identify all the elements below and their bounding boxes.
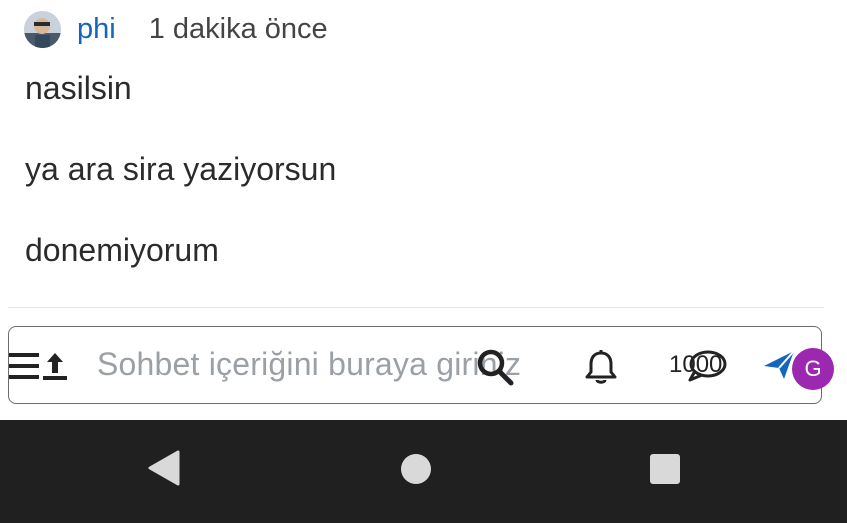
chat-composer: Sohbet içeriğini buraya giriniz 1000 G xyxy=(8,326,834,404)
send-icon[interactable] xyxy=(762,349,796,381)
search-icon[interactable] xyxy=(475,347,515,387)
message-line: ya ara sira yaziyorsun xyxy=(25,151,337,187)
message-input-placeholder[interactable]: Sohbet içeriğini buraya giriniz xyxy=(97,346,521,383)
bell-icon[interactable] xyxy=(584,349,618,385)
message-line: donemiyorum xyxy=(25,232,219,268)
message-line: nasilsin xyxy=(25,70,132,106)
divider xyxy=(8,307,824,308)
home-icon[interactable] xyxy=(400,453,432,485)
user-avatar[interactable] xyxy=(24,10,61,48)
username[interactable]: phi xyxy=(77,13,116,46)
menu-upload-icon[interactable] xyxy=(9,349,71,385)
system-navigation-bar xyxy=(0,420,847,523)
message-timestamp: 1 dakika önce xyxy=(148,12,328,45)
chat-bubble-icon[interactable] xyxy=(685,349,729,385)
account-avatar-badge[interactable]: G xyxy=(792,348,834,390)
chat-screen: phi 1 dakika önce nasilsin ya ara sira y… xyxy=(0,0,847,523)
back-icon[interactable] xyxy=(148,450,180,486)
recents-icon[interactable] xyxy=(649,453,681,485)
message-header: phi 1 dakika önce xyxy=(24,9,328,49)
